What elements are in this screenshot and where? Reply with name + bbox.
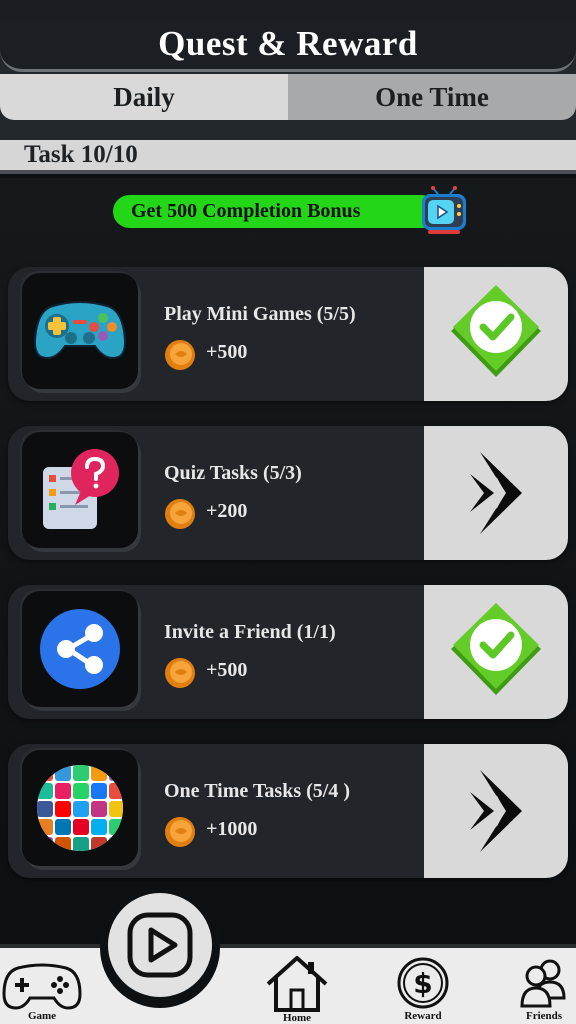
tv-play-icon[interactable] bbox=[418, 186, 470, 238]
task-card: Invite a Friend (1/1) +500 bbox=[8, 585, 568, 719]
task-card: One Time Tasks (5/4 ) +1000 bbox=[8, 744, 568, 878]
task-icon-box bbox=[22, 750, 138, 866]
task-completed-button[interactable] bbox=[424, 585, 568, 719]
nav-label: Reward bbox=[404, 1010, 442, 1022]
share-icon bbox=[40, 609, 120, 689]
svg-text:$: $ bbox=[413, 967, 432, 1000]
task-completed-button[interactable] bbox=[424, 267, 568, 401]
task-card: Play Mini Games (5/5) +500 bbox=[8, 267, 568, 401]
title-bar: Quest & Reward bbox=[0, 18, 576, 72]
bottom-nav: Game Home $ Reward Friends bbox=[0, 944, 576, 1024]
task-title: Play Mini Games (5/5) bbox=[164, 303, 356, 325]
play-button[interactable] bbox=[108, 893, 212, 997]
dollar-coin-icon: $ bbox=[397, 957, 449, 1009]
completion-bonus-button[interactable]: Get 500 Completion Bonus bbox=[113, 195, 438, 228]
status-bar bbox=[0, 0, 576, 18]
nav-item-home[interactable]: Home bbox=[264, 954, 330, 1024]
task-reward: +1000 bbox=[206, 818, 258, 840]
task-reward: +500 bbox=[206, 341, 248, 363]
task-reward: +200 bbox=[206, 500, 248, 522]
task-icon-box bbox=[22, 591, 138, 707]
task-icon-box bbox=[22, 273, 138, 389]
task-go-button[interactable] bbox=[424, 744, 568, 878]
tab-bar: Daily One Time bbox=[0, 74, 576, 120]
gamepad-outline-icon bbox=[2, 963, 82, 1010]
play-button-icon bbox=[127, 912, 193, 978]
nav-label: Home bbox=[282, 1012, 312, 1024]
task-reward: +500 bbox=[206, 659, 248, 681]
social-apps-icon bbox=[37, 765, 123, 851]
coin-icon bbox=[165, 658, 195, 688]
nav-item-game[interactable]: Game bbox=[2, 962, 82, 1022]
nav-item-reward[interactable]: $ Reward bbox=[396, 956, 450, 1022]
check-icon bbox=[451, 603, 541, 695]
task-title: Invite a Friend (1/1) bbox=[164, 621, 336, 643]
tab-daily[interactable]: Daily bbox=[0, 74, 288, 120]
completion-bonus-label: Get 500 Completion Bonus bbox=[131, 200, 361, 222]
coin-icon bbox=[165, 340, 195, 370]
nav-label: Game bbox=[27, 1010, 57, 1022]
page-title: Quest & Reward bbox=[158, 23, 418, 63]
home-icon bbox=[266, 956, 328, 1012]
check-icon bbox=[451, 285, 541, 377]
coin-icon bbox=[165, 499, 195, 529]
chevron-right-icon bbox=[470, 452, 522, 534]
quiz-icon bbox=[43, 449, 119, 529]
chevron-right-icon bbox=[470, 770, 522, 852]
friends-icon bbox=[520, 959, 566, 1008]
task-title: Quiz Tasks (5/3) bbox=[164, 462, 302, 484]
task-icon-box bbox=[22, 432, 138, 548]
gamepad-icon bbox=[33, 301, 127, 360]
tab-one-time[interactable]: One Time bbox=[288, 74, 576, 120]
task-counter: Task 10/10 bbox=[0, 140, 576, 174]
task-card: Quiz Tasks (5/3) +200 bbox=[8, 426, 568, 560]
task-title: One Time Tasks (5/4 ) bbox=[164, 780, 350, 802]
coin-icon bbox=[165, 817, 195, 847]
nav-item-friends[interactable]: Friends bbox=[518, 956, 570, 1022]
task-go-button[interactable] bbox=[424, 426, 568, 560]
nav-label: Friends bbox=[525, 1010, 563, 1022]
